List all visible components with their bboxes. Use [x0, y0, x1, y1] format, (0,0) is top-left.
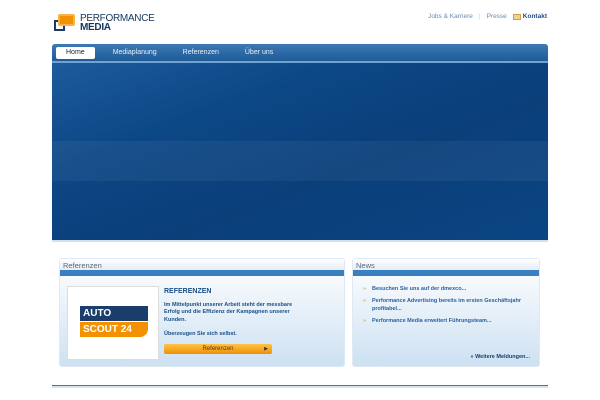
- top-links: Jobs & Karriere | Presse Kontakt: [428, 13, 547, 20]
- hero-band: [52, 141, 548, 181]
- news-list: » Besuchen Sie uns auf der dmexco... » Per…: [363, 286, 533, 330]
- kontakt-link[interactable]: Kontakt: [512, 13, 547, 20]
- kontakt-label: Kontakt: [522, 13, 547, 20]
- referenzen-text2: Überzeugen Sie sich selbst.: [164, 331, 237, 337]
- button-label: Referenzen: [202, 346, 234, 352]
- footer-divider: [52, 385, 548, 388]
- news-item[interactable]: » Performance Advertising bereits im erst…: [363, 298, 533, 313]
- mail-icon: [512, 13, 521, 20]
- bullet-icon: »: [363, 286, 367, 292]
- logo-text-2: MEDIA: [80, 22, 111, 33]
- logo-icon-front: [58, 14, 75, 26]
- news-panel: News » Besuchen Sie uns auf der dmexco...…: [352, 258, 540, 367]
- news-link[interactable]: Performance Media erweitert Führungsteam…: [372, 318, 492, 324]
- logo[interactable]: PERFORMANCE MEDIA: [54, 12, 155, 36]
- news-link[interactable]: Besuchen Sie uns auf der dmexco...: [372, 286, 466, 292]
- news-item[interactable]: » Performance Media erweitert Führungstea…: [363, 318, 533, 325]
- autoscout-logo[interactable]: AUTO SCOUT 24: [67, 286, 159, 360]
- referenzen-text: Im Mittelpunkt unserer Arbeit steht der …: [164, 302, 293, 323]
- presse-link[interactable]: Presse: [487, 13, 507, 20]
- bullet-icon: »: [363, 317, 367, 324]
- referenzen-panel: Referenzen AUTO SCOUT 24 REFERENZEN Im M…: [59, 258, 345, 367]
- nav-ueber-uns[interactable]: Über uns: [232, 49, 286, 56]
- more-news-link[interactable]: » Weitere Meldungen...: [471, 354, 531, 360]
- nav-mediaplanung[interactable]: Mediaplanung: [100, 49, 170, 56]
- referenzen-button[interactable]: Referenzen ▶: [164, 344, 272, 354]
- logo-auto: AUTO: [80, 306, 148, 321]
- arrow-right-icon: ▶: [264, 346, 268, 352]
- nav-home[interactable]: Home: [56, 46, 95, 59]
- divider: |: [478, 13, 481, 20]
- panel-header: News: [353, 259, 539, 270]
- logo-scout: SCOUT 24: [80, 322, 148, 337]
- nav-referenzen[interactable]: Referenzen: [170, 49, 232, 56]
- main-nav: Home Mediaplanung Referenzen Über uns: [52, 44, 548, 63]
- panel-header: Referenzen: [60, 259, 344, 270]
- panel-bar: [60, 270, 344, 276]
- panel-bar: [353, 270, 539, 276]
- bullet-icon: »: [363, 298, 367, 305]
- jobs-link[interactable]: Jobs & Karriere: [428, 13, 473, 20]
- news-item[interactable]: » Besuchen Sie uns auf der dmexco...: [363, 286, 533, 293]
- hero-banner: [52, 63, 548, 242]
- referenzen-title: REFERENZEN: [164, 288, 212, 295]
- news-link[interactable]: Performance Advertising bereits im erste…: [372, 298, 521, 311]
